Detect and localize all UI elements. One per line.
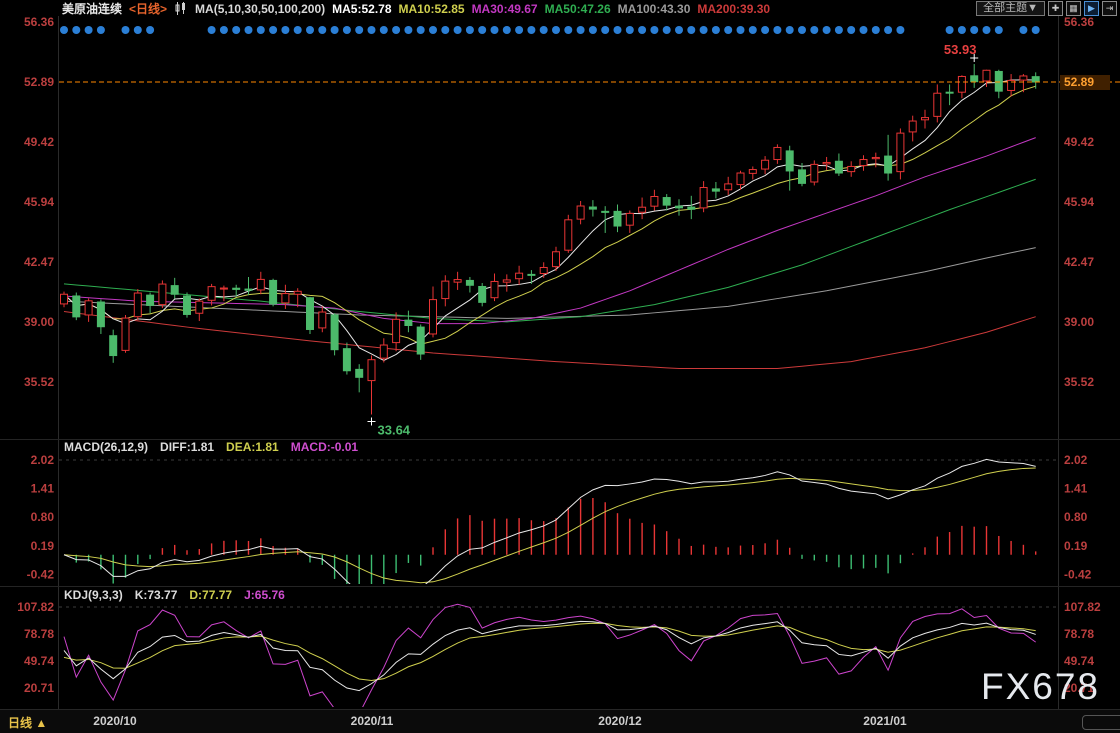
play-icon[interactable]: ▶	[1084, 1, 1099, 16]
theme-dropdown-button[interactable]: 全部主题▼	[976, 1, 1045, 16]
svg-text:78.78: 78.78	[1064, 627, 1094, 641]
move-icon[interactable]: ✚	[1048, 1, 1063, 16]
svg-text:56.36: 56.36	[24, 15, 54, 29]
date-tick: 2020/11	[351, 714, 394, 728]
triangle-up-icon: ▲	[35, 716, 47, 730]
svg-text:1.41: 1.41	[1064, 482, 1088, 496]
macd-diff-value: DIFF:1.81	[160, 440, 214, 454]
period-selector[interactable]: 日线 ▲	[8, 714, 47, 731]
fx678-watermark: FX678	[981, 666, 1100, 708]
date-tick: 2020/10	[93, 714, 136, 728]
candles-layer	[61, 64, 1040, 414]
kdj-j-value: J:65.76	[244, 588, 285, 602]
top-bar: 美原油连续 <日线> MA(5,10,30,50,100,200) MA5:52…	[62, 0, 770, 17]
svg-text:39.00: 39.00	[24, 315, 54, 329]
exit-icon[interactable]: ⇥	[1102, 1, 1117, 16]
period-indicator[interactable]: <日线>	[129, 0, 167, 17]
svg-text:42.47: 42.47	[1064, 255, 1094, 269]
chart-canvas[interactable]: 53.93 33.64 56.36 56.36 52.89 52.89 49.42 49.42…	[0, 0, 1120, 733]
svg-text:1.41: 1.41	[31, 482, 55, 496]
svg-text:0.19: 0.19	[1064, 539, 1088, 553]
date-tick: 2021/01	[863, 714, 906, 728]
kdj-d-value: D:77.77	[189, 588, 232, 602]
macd-dea-value: DEA:1.81	[226, 440, 279, 454]
kdj-header: KDJ(9,3,3) K:73.77 D:77.77 J:65.76	[64, 588, 285, 602]
ma50-value: MA50:47.26	[545, 2, 611, 16]
svg-text:35.52: 35.52	[1064, 375, 1094, 389]
date-tick: 2020/12	[598, 714, 641, 728]
macd-hist-value: MACD:-0.01	[291, 440, 358, 454]
ma10-value: MA10:52.85	[399, 2, 465, 16]
svg-text:107.82: 107.82	[17, 600, 54, 614]
svg-text:20.71: 20.71	[24, 681, 54, 695]
frame-lines	[0, 16, 1120, 710]
main-price-panel	[61, 64, 1040, 414]
annotations: 53.93 33.64	[368, 42, 979, 437]
macd-settings-label: MACD(26,12,9)	[64, 440, 148, 454]
ma-settings-label: MA(5,10,30,50,100,200)	[195, 2, 325, 16]
svg-text:107.82: 107.82	[1064, 600, 1101, 614]
svg-text:49.74: 49.74	[24, 654, 54, 668]
scrollbar-handle[interactable]	[1082, 715, 1120, 730]
candlestick-icon	[174, 2, 188, 15]
svg-text:49.42: 49.42	[24, 135, 54, 149]
svg-text:2.02: 2.02	[1064, 453, 1088, 467]
event-dots-row	[60, 26, 1040, 34]
chart-icon[interactable]: ▦	[1066, 1, 1081, 16]
kdj-settings-label: KDJ(9,3,3)	[64, 588, 123, 602]
kdj-k-value: K:73.77	[135, 588, 178, 602]
svg-text:52.89: 52.89	[24, 75, 54, 89]
kdj-panel	[64, 604, 1036, 717]
svg-text:35.52: 35.52	[24, 375, 54, 389]
ma5-value: MA5:52.78	[332, 2, 391, 16]
svg-text:0.80: 0.80	[1064, 510, 1088, 524]
svg-text:-0.42: -0.42	[27, 567, 55, 581]
window-tools: 全部主题▼ ✚ ▦ ▶ ⇥	[976, 1, 1117, 16]
ma200-value: MA200:39.30	[697, 2, 770, 16]
svg-text:45.94: 45.94	[24, 195, 54, 209]
macd-header: MACD(26,12,9) DIFF:1.81 DEA:1.81 MACD:-0…	[64, 440, 358, 454]
svg-text:56.36: 56.36	[1064, 15, 1094, 29]
svg-text:0.19: 0.19	[31, 539, 55, 553]
svg-text:45.94: 45.94	[1064, 195, 1094, 209]
svg-text:-0.42: -0.42	[1064, 567, 1092, 581]
svg-text:53.93: 53.93	[944, 42, 977, 57]
svg-text:2.02: 2.02	[31, 453, 55, 467]
svg-text:49.42: 49.42	[1064, 135, 1094, 149]
svg-text:0.80: 0.80	[31, 510, 55, 524]
svg-text:39.00: 39.00	[1064, 315, 1094, 329]
trading-app-window: 53.93 33.64 56.36 56.36 52.89 52.89 49.42 49.42…	[0, 0, 1120, 733]
macd-panel	[64, 459, 1036, 603]
ma100-value: MA100:43.30	[618, 2, 691, 16]
time-axis-bar: 日线 ▲ 2020/10 2020/11 2020/12 2021/01	[0, 709, 1120, 733]
ma30-value: MA30:49.67	[472, 2, 538, 16]
svg-text:33.64: 33.64	[378, 422, 411, 437]
svg-text:78.78: 78.78	[24, 627, 54, 641]
svg-text:52.89: 52.89	[1064, 75, 1094, 89]
symbol-title[interactable]: 美原油连续	[62, 0, 122, 17]
svg-text:42.47: 42.47	[24, 255, 54, 269]
